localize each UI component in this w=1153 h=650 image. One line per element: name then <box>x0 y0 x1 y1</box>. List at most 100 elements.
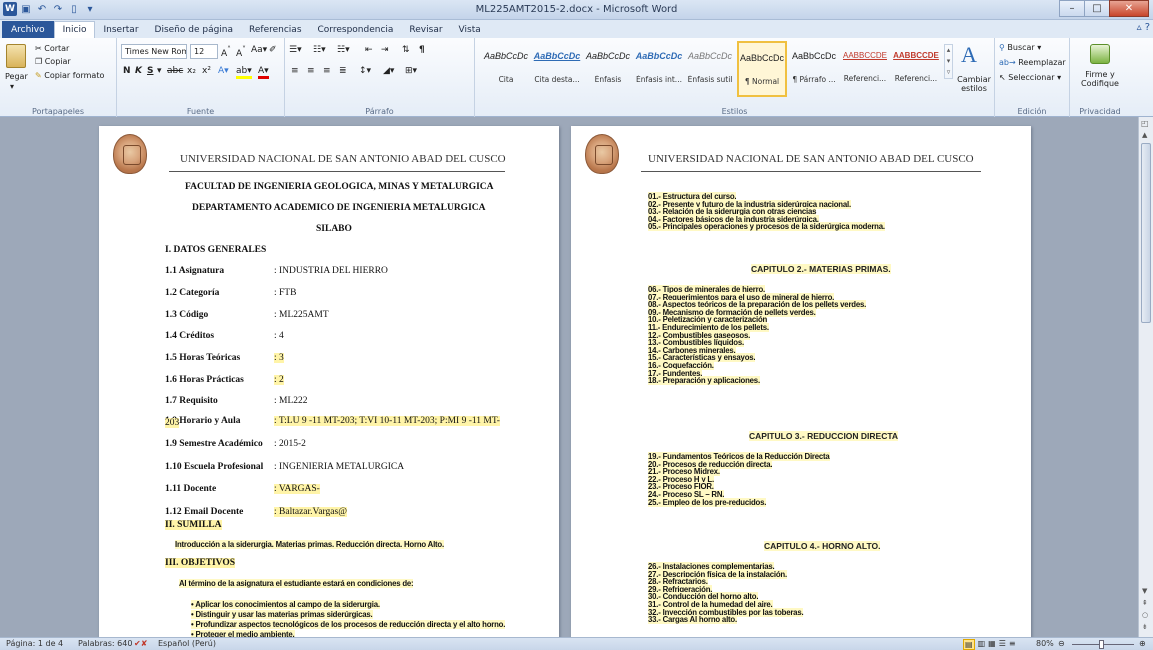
change-styles-icon[interactable]: A <box>961 42 977 68</box>
close-button[interactable]: ✕ <box>1109 0 1149 17</box>
increase-indent-icon[interactable]: ⇥ <box>381 45 389 55</box>
page-2[interactable]: UNIVERSIDAD NACIONAL DE SAN ANTONIO ABAD… <box>571 126 1031 637</box>
scroll-up-icon[interactable]: ▲ <box>1142 131 1147 139</box>
tab-insertar[interactable]: Insertar <box>95 21 146 38</box>
vertical-scrollbar[interactable]: ◰ ▲ ▼ ⇞ ○ ⇟ <box>1138 117 1153 637</box>
language-indicator[interactable]: Español (Perú) <box>158 639 216 648</box>
field-value: : INDUSTRIA DEL HIERRO <box>274 266 388 276</box>
grow-font-icon[interactable]: A˄ <box>221 45 231 59</box>
tab-correspondencia[interactable]: Correspondencia <box>310 21 402 38</box>
strikethrough-icon[interactable]: abc <box>167 66 183 76</box>
view-buttons: ▤ ▥ ▦ ☰ ≡ <box>963 639 1016 650</box>
style-referencia-intensa[interactable]: AABBCCDE Referenci... <box>891 41 941 97</box>
zoom-level[interactable]: 80% <box>1036 639 1054 648</box>
align-left-icon[interactable]: ≡ <box>291 66 299 76</box>
tab-revisar[interactable]: Revisar <box>401 21 450 38</box>
sign-encrypt-icon[interactable] <box>1090 44 1110 64</box>
numbering-icon[interactable]: ☷▾ <box>313 45 326 55</box>
sort-icon[interactable]: ⇅ <box>402 45 410 55</box>
styles-scroll-icon[interactable]: ▴ ▾ ▿ <box>944 44 953 79</box>
font-name-combo[interactable]: Times New Rom <box>121 44 187 59</box>
tab-vista[interactable]: Vista <box>451 21 489 38</box>
scroll-thumb[interactable] <box>1141 143 1151 323</box>
bold-icon[interactable]: N <box>123 66 131 76</box>
proofing-icon[interactable]: ✔✘ <box>134 639 147 648</box>
format-painter-button[interactable]: ✎ Copiar formato <box>35 71 104 80</box>
align-center-icon[interactable]: ≡ <box>307 66 315 76</box>
tab-archivo[interactable]: Archivo <box>2 21 54 38</box>
font-size-combo[interactable]: 12 <box>190 44 218 59</box>
underline-dropdown-icon[interactable]: ▾ <box>157 66 162 76</box>
zoom-out-icon[interactable]: ⊖ <box>1058 639 1065 648</box>
style-parrafo-lista[interactable]: AaBbCcDc ¶ Párrafo ... <box>789 41 839 97</box>
previous-page-icon[interactable]: ⇞ <box>1142 599 1148 607</box>
zoom-in-icon[interactable]: ⊕ <box>1139 639 1146 648</box>
highlight-icon[interactable]: ab▾ <box>236 66 252 79</box>
bullets-icon[interactable]: ☰▾ <box>289 45 302 55</box>
borders-icon[interactable]: ⊞▾ <box>405 66 417 76</box>
ruler-toggle-icon[interactable]: ◰ <box>1141 119 1149 128</box>
sumilla-text: Introducción a la siderurgia. Materias p… <box>175 540 444 549</box>
replace-icon: ab→ <box>999 58 1019 67</box>
tab-inicio[interactable]: Inicio <box>53 21 96 38</box>
change-case-icon[interactable]: Aa▾ <box>251 45 267 55</box>
line-spacing-icon[interactable]: ↕▾ <box>359 66 371 76</box>
justify-icon[interactable]: ≣ <box>339 66 347 76</box>
field-label: 1.10 Escuela Profesional <box>165 462 264 472</box>
find-button[interactable]: ⚲ Buscar ▾ <box>999 43 1041 52</box>
change-styles-button[interactable]: Cambiar estilos <box>957 75 991 93</box>
word-count[interactable]: Palabras: 640 <box>78 639 132 648</box>
multilevel-list-icon[interactable]: ☵▾ <box>337 45 350 55</box>
replace-button[interactable]: ab→ Reemplazar <box>999 58 1066 67</box>
italic-icon[interactable]: K <box>135 66 142 76</box>
style-normal[interactable]: AaBbCcDc ¶ Normal <box>737 41 787 97</box>
web-layout-icon[interactable]: ▦ <box>988 639 996 650</box>
help-icon[interactable]: ? <box>1145 22 1150 33</box>
objetivos-intro: Al término de la asignatura el estudiant… <box>179 579 414 588</box>
style-enfasis-intenso[interactable]: AaBbCcDc Énfasis int... <box>634 41 684 97</box>
show-marks-icon[interactable]: ¶ <box>419 45 425 55</box>
university-header: UNIVERSIDAD NACIONAL DE SAN ANTONIO ABAD… <box>180 153 506 165</box>
clear-format-icon[interactable]: ✐ <box>269 45 277 55</box>
style-enfasis[interactable]: AaBbCcDc Énfasis <box>583 41 633 97</box>
paste-button[interactable]: Pegar <box>5 72 28 81</box>
section-objetivos: III. OBJETIVOS <box>165 558 236 568</box>
subscript-icon[interactable]: x₂ <box>187 66 196 76</box>
paste-icon[interactable] <box>6 44 26 68</box>
shading-icon[interactable]: ◢▾ <box>383 66 394 76</box>
align-right-icon[interactable]: ≡ <box>323 66 331 76</box>
decrease-indent-icon[interactable]: ⇤ <box>365 45 373 55</box>
full-screen-icon[interactable]: ▥ <box>978 639 986 650</box>
select-button[interactable]: ↖ Seleccionar ▾ <box>999 73 1061 82</box>
copy-button[interactable]: ❐ Copiar <box>35 57 71 66</box>
scroll-down-icon[interactable]: ▼ <box>1142 587 1147 595</box>
style-enfasis-sutil[interactable]: AaBbCcDc Énfasis sutil <box>685 41 735 97</box>
topic-item: 18.- Preparación y aplicaciones. <box>648 376 760 386</box>
paste-dropdown-icon[interactable]: ▾ <box>10 82 14 91</box>
tab-diseno-pagina[interactable]: Diseño de página <box>147 21 242 38</box>
font-color-icon[interactable]: A▾ <box>258 66 269 79</box>
shrink-font-icon[interactable]: A˅ <box>236 45 246 59</box>
underline-icon[interactable]: S <box>147 66 153 76</box>
style-cita[interactable]: AaBbCcDc Cita <box>481 41 531 97</box>
minimize-ribbon-icon[interactable]: ▵ <box>1137 22 1142 33</box>
style-cita-destacada[interactable]: AaBbCcDc Cita desta... <box>532 41 582 97</box>
outline-icon[interactable]: ☰ <box>999 639 1006 650</box>
tab-referencias[interactable]: Referencias <box>241 21 310 38</box>
maximize-button[interactable]: □ <box>1084 0 1110 17</box>
style-referencia-sutil[interactable]: AABBCCDE Referenci... <box>840 41 890 97</box>
print-layout-icon[interactable]: ▤ <box>963 639 975 650</box>
next-page-icon[interactable]: ⇟ <box>1142 623 1148 631</box>
page-1[interactable]: UNIVERSIDAD NACIONAL DE SAN ANTONIO ABAD… <box>99 126 559 637</box>
sign-encrypt-button[interactable]: Firme y Codifique <box>1072 70 1128 88</box>
document-area[interactable]: UNIVERSIDAD NACIONAL DE SAN ANTONIO ABAD… <box>0 117 1138 637</box>
browse-object-icon[interactable]: ○ <box>1142 611 1148 619</box>
zoom-slider-thumb[interactable] <box>1099 640 1104 649</box>
text-effects-icon[interactable]: A▾ <box>218 66 229 76</box>
draft-icon[interactable]: ≡ <box>1009 639 1016 650</box>
page-indicator[interactable]: Página: 1 de 4 <box>6 639 63 648</box>
superscript-icon[interactable]: x² <box>202 66 211 76</box>
minimize-button[interactable]: – <box>1059 0 1085 17</box>
cut-button[interactable]: ✂ Cortar <box>35 44 69 53</box>
chapter-heading: CAPITULO 2.- MATERIAS PRIMAS. <box>751 264 891 274</box>
